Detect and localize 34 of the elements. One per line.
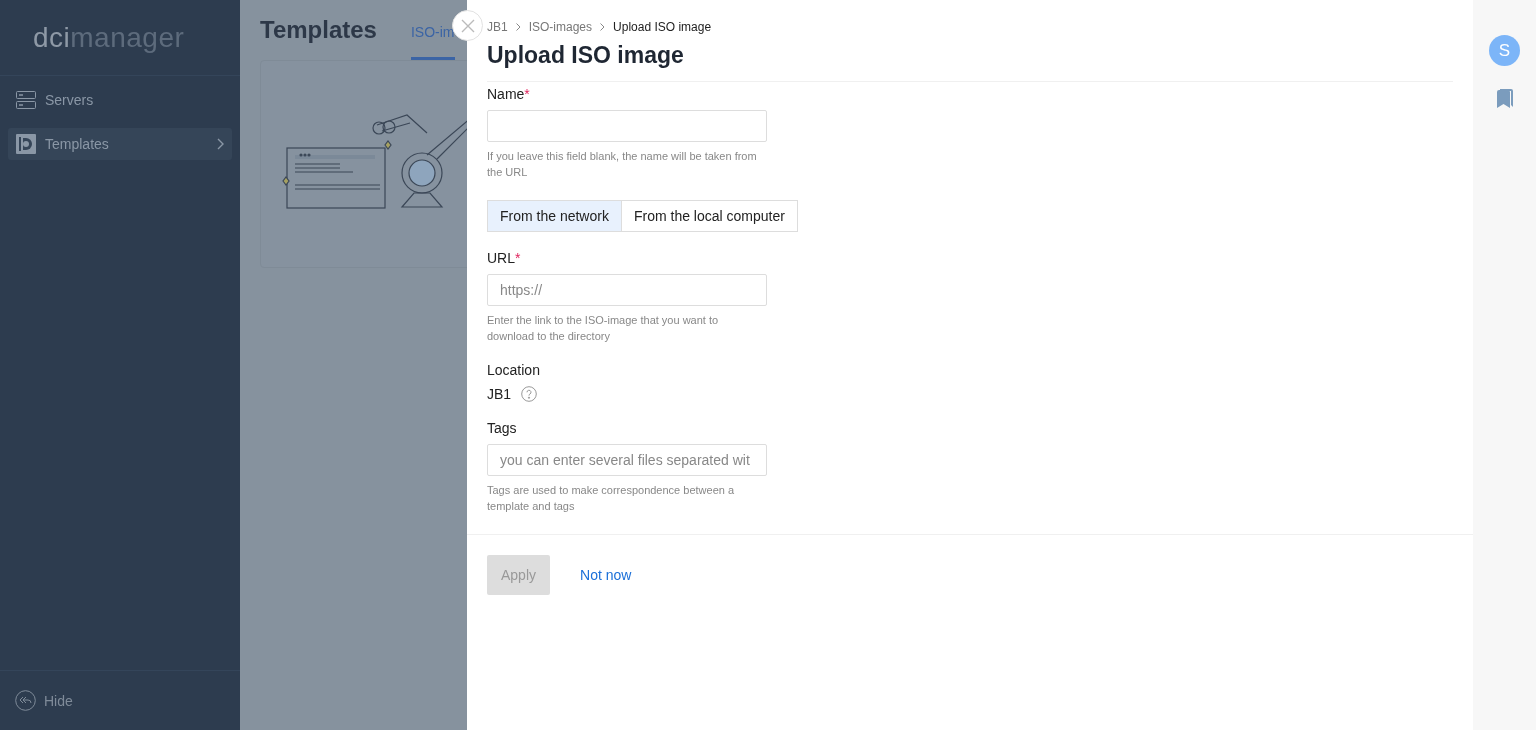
page-title: Templates xyxy=(260,15,377,44)
breadcrumb-link[interactable]: Upload ISO image xyxy=(613,20,712,34)
field-hint: Tags are used to make correspondence between a template and tags xyxy=(487,483,736,514)
input-field[interactable] xyxy=(487,110,767,142)
required-mark: * xyxy=(524,86,530,102)
field-hint: Enter the link to the ISO-image that you want to download to the directory xyxy=(487,313,720,344)
breadcrumb-link[interactable]: JB1 xyxy=(487,20,508,34)
hide-button[interactable]: Hide xyxy=(44,692,73,709)
sidebar-item[interactable]: Templates xyxy=(8,128,232,160)
field-label: Tags xyxy=(487,420,518,436)
not-now-link[interactable]: Not now xyxy=(580,567,632,583)
template-icon xyxy=(16,134,36,154)
input-field[interactable]: https:// xyxy=(487,274,767,306)
panel-title: Upload ISO image xyxy=(487,42,1453,82)
chevron-right-icon xyxy=(515,23,521,31)
field-value: JB1 xyxy=(487,386,512,402)
chevron-right-icon xyxy=(217,138,224,150)
chevron-right-icon xyxy=(600,23,606,31)
input-field[interactable]: you can enter several files separated wit xyxy=(487,444,767,476)
field-label: URL* xyxy=(487,250,522,266)
close-button[interactable] xyxy=(452,10,483,41)
server-icon xyxy=(16,90,36,110)
close-icon xyxy=(460,18,475,33)
source-toggle[interactable]: From the local computer xyxy=(621,200,798,232)
help-icon[interactable] xyxy=(521,386,538,402)
source-toggle[interactable]: From the network xyxy=(487,200,622,232)
collapse-icon[interactable] xyxy=(15,690,36,711)
breadcrumb-link[interactable]: ISO-images xyxy=(528,20,593,34)
bookmark-icon[interactable] xyxy=(1495,88,1514,108)
field-label: Location xyxy=(487,362,541,378)
required-mark: * xyxy=(515,250,521,266)
sidebar-item[interactable]: Servers xyxy=(8,84,232,116)
field-hint: If you leave this field blank, the name will be taken from the URL xyxy=(487,149,758,180)
field-label: Name* xyxy=(487,86,531,102)
